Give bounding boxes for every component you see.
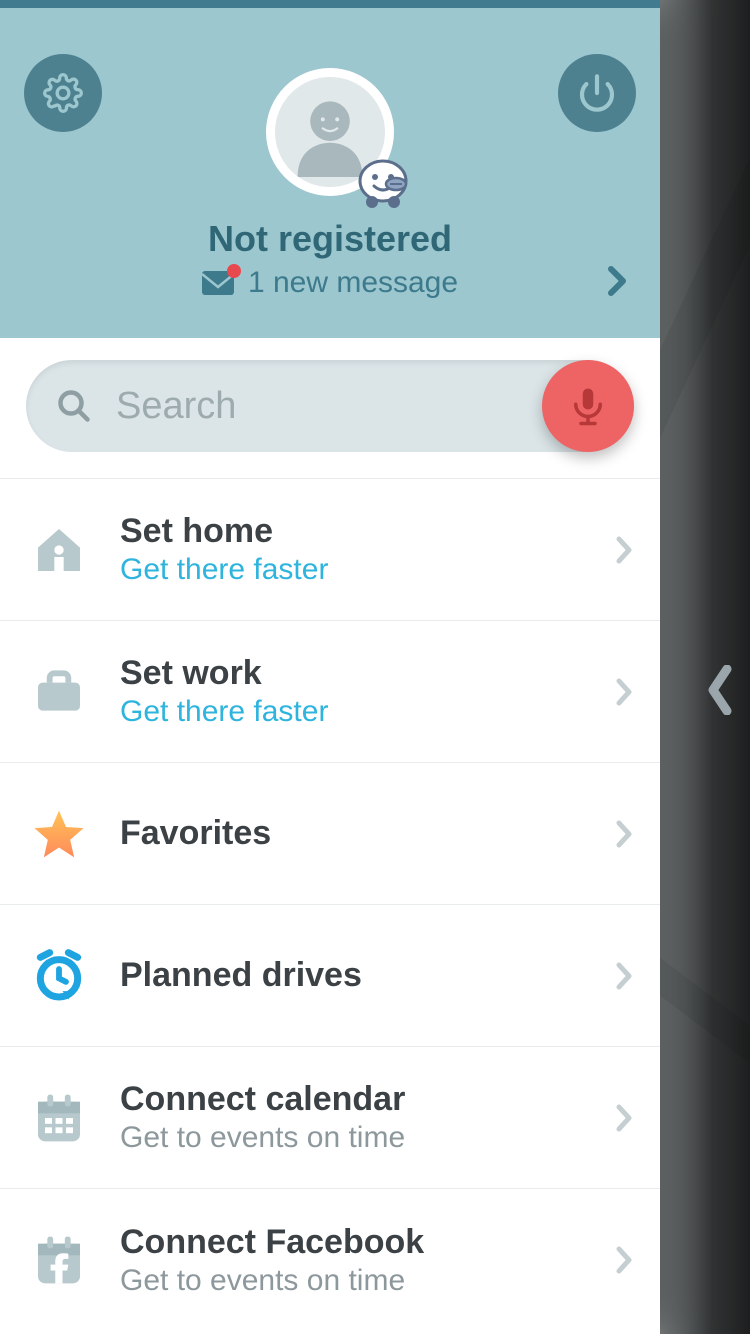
- chevron-right-icon: [608, 266, 626, 296]
- chevron-right-icon: [616, 820, 632, 848]
- waze-mascot-icon: [354, 156, 412, 214]
- set-work-item[interactable]: Set work Get there faster: [0, 621, 660, 763]
- microphone-icon: [567, 385, 609, 427]
- side-panel: Not registered 1 new message Search: [0, 0, 660, 1334]
- item-title: Favorites: [120, 814, 616, 853]
- item-subtitle: Get there faster: [120, 553, 616, 587]
- envelope-icon: [202, 271, 234, 295]
- item-subtitle: Get there faster: [120, 695, 616, 729]
- item-subtitle: Get to events on time: [120, 1264, 616, 1298]
- avatar[interactable]: [266, 68, 394, 196]
- chevron-right-icon: [616, 962, 632, 990]
- messages-row[interactable]: 1 new message: [0, 266, 660, 300]
- home-icon: [28, 522, 90, 578]
- search-input[interactable]: Search: [26, 360, 634, 452]
- registration-status: Not registered: [0, 218, 660, 260]
- star-icon: [28, 806, 90, 862]
- search-icon: [56, 388, 92, 424]
- item-text: Set home Get there faster: [120, 512, 616, 587]
- set-home-item[interactable]: Set home Get there faster: [0, 479, 660, 621]
- item-text: Planned drives: [120, 956, 616, 995]
- item-text: Favorites: [120, 814, 616, 853]
- item-text: Set work Get there faster: [120, 654, 616, 729]
- item-title: Planned drives: [120, 956, 616, 995]
- item-text: Connect calendar Get to events on time: [120, 1080, 616, 1155]
- favorites-item[interactable]: Favorites: [0, 763, 660, 905]
- collapse-panel-handle[interactable]: [700, 655, 740, 725]
- search-placeholder: Search: [116, 385, 236, 428]
- voice-search-button[interactable]: [542, 360, 634, 452]
- item-subtitle: Get to events on time: [120, 1121, 616, 1155]
- planned-drives-item[interactable]: Planned drives: [0, 905, 660, 1047]
- item-title: Set home: [120, 512, 616, 551]
- calendar-icon: [28, 1090, 90, 1146]
- item-title: Connect calendar: [120, 1080, 616, 1119]
- gear-icon: [43, 73, 83, 113]
- power-button[interactable]: [558, 54, 636, 132]
- chevron-right-icon: [616, 1104, 632, 1132]
- chevron-right-icon: [616, 678, 632, 706]
- briefcase-icon: [28, 664, 90, 720]
- notification-dot-icon: [227, 264, 241, 278]
- menu-list: Set home Get there faster Set work Get t…: [0, 479, 660, 1334]
- search-section: Search: [0, 338, 660, 479]
- settings-button[interactable]: [24, 54, 102, 132]
- item-title: Set work: [120, 654, 616, 693]
- connect-calendar-item[interactable]: Connect calendar Get to events on time: [0, 1047, 660, 1189]
- item-text: Connect Facebook Get to events on time: [120, 1223, 616, 1298]
- power-icon: [577, 73, 617, 113]
- item-title: Connect Facebook: [120, 1223, 616, 1262]
- calendar-facebook-icon: [28, 1232, 90, 1288]
- chevron-right-icon: [616, 1246, 632, 1274]
- connect-facebook-item[interactable]: Connect Facebook Get to events on time: [0, 1189, 660, 1331]
- profile-header[interactable]: Not registered 1 new message: [0, 8, 660, 338]
- messages-count-label: 1 new message: [248, 266, 458, 300]
- clock-icon: [28, 948, 90, 1004]
- chevron-right-icon: [616, 536, 632, 564]
